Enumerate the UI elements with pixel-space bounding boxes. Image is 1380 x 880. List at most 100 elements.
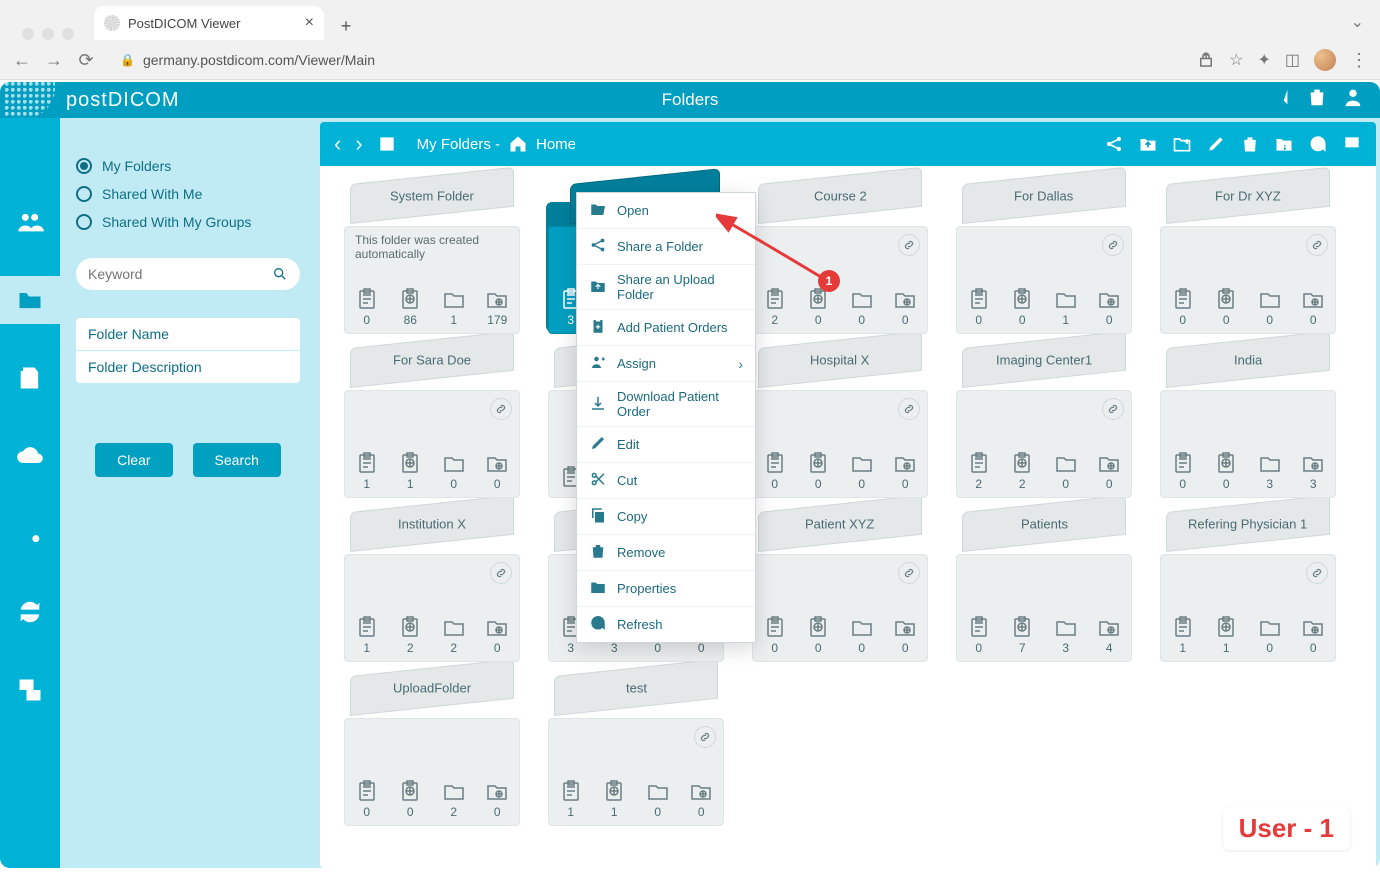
field-list: Folder NameFolder Description — [76, 318, 300, 383]
ctx-label: Assign — [617, 356, 656, 371]
toolbar-delete-icon[interactable] — [1240, 134, 1260, 154]
star-icon[interactable]: ☆ — [1229, 50, 1243, 70]
folder-stat: 0 — [1258, 287, 1282, 327]
toolbar-refresh-icon[interactable] — [1308, 134, 1328, 154]
nav-sync[interactable] — [0, 588, 60, 636]
link-badge-icon — [1102, 398, 1124, 420]
folder-item[interactable]: Patient XYZ0000 — [744, 512, 936, 662]
folder-stat: 1 — [1214, 615, 1238, 655]
folder-stat: 0 — [850, 287, 874, 327]
folder-item[interactable]: Imaging Center12200 — [948, 348, 1140, 498]
toolbar-upload-folder-icon[interactable] — [1138, 134, 1158, 154]
person-icon — [589, 353, 607, 374]
nav-reload-icon[interactable]: ⟳ — [76, 50, 96, 71]
copy-icon — [589, 506, 607, 527]
ctx-assign[interactable]: Assign› — [577, 346, 755, 382]
folder-item[interactable]: For Dallas0010 — [948, 184, 1140, 334]
traffic-max[interactable] — [62, 28, 74, 40]
folder-stat: 0 — [485, 451, 509, 491]
main-panel: ‹ › My Folders - Home System F — [316, 118, 1380, 868]
folder-item[interactable]: UploadFolder0020 — [336, 676, 528, 826]
nav-list-search[interactable] — [0, 510, 60, 558]
nav-back-icon[interactable]: ← — [12, 50, 32, 71]
toolbar-forward-icon[interactable]: › — [355, 131, 362, 157]
ctx-refresh[interactable]: Refresh — [577, 607, 755, 642]
ctx-share-a-folder[interactable]: Share a Folder — [577, 229, 755, 265]
toolbar: ‹ › My Folders - Home — [320, 122, 1376, 166]
user-icon[interactable] — [1342, 86, 1364, 114]
folder-item[interactable]: Patients0734 — [948, 512, 1140, 662]
ctx-share-an-upload-folder[interactable]: Share an Upload Folder — [577, 265, 755, 310]
profile-avatar[interactable] — [1314, 49, 1336, 71]
field-folder-description[interactable]: Folder Description — [76, 351, 300, 383]
folder-stat: 1 — [355, 615, 379, 655]
ctx-edit[interactable]: Edit — [577, 427, 755, 463]
search-input-wrapper[interactable] — [76, 258, 300, 290]
tabs-dropdown-icon[interactable]: ⌄ — [1351, 12, 1364, 32]
folder-stat: 0 — [893, 451, 917, 491]
tab-close-icon[interactable]: × — [305, 14, 314, 32]
browser-menu-icon[interactable]: ⋮ — [1350, 50, 1368, 71]
nav-documents[interactable] — [0, 354, 60, 402]
ctx-properties[interactable]: Properties — [577, 571, 755, 607]
nav-users[interactable] — [0, 198, 60, 246]
breadcrumb-home[interactable]: Home — [536, 136, 576, 153]
link-badge-icon — [898, 562, 920, 584]
toolbar-new-folder-icon[interactable] — [1172, 134, 1192, 154]
extensions-icon[interactable]: ✦ — [1257, 50, 1270, 70]
nav-folders[interactable] — [0, 276, 60, 324]
folder-item[interactable]: For Sara Doe1100 — [336, 348, 528, 498]
folder-item[interactable]: For Dr XYZ0000 — [1152, 184, 1344, 334]
ctx-download-patient-order[interactable]: Download Patient Order — [577, 382, 755, 427]
toolbar-share-icon[interactable] — [1104, 134, 1124, 154]
toolbar-present-icon[interactable] — [1342, 134, 1362, 154]
folder-stat: 1 — [602, 779, 626, 819]
field-folder-name[interactable]: Folder Name — [76, 318, 300, 351]
folder-item[interactable]: System FolderThis folder was created aut… — [336, 184, 528, 334]
recycle-bin-icon[interactable] — [1306, 86, 1328, 114]
share-chrome-icon[interactable] — [1197, 51, 1215, 69]
folder-item[interactable]: Institution X1220 — [336, 512, 528, 662]
folder-item[interactable]: Hospital X0000 — [744, 348, 936, 498]
toolbar-info-icon[interactable] — [1274, 134, 1294, 154]
nav-screens[interactable] — [0, 666, 60, 714]
ctx-remove[interactable]: Remove — [577, 535, 755, 571]
radio-shared-with-my-groups[interactable]: Shared With My Groups — [76, 214, 300, 230]
nav-upload[interactable] — [0, 432, 60, 480]
panel-icon[interactable]: ◫ — [1285, 50, 1300, 70]
folder-grid[interactable]: System FolderThis folder was created aut… — [320, 166, 1376, 868]
folder-stat: 1 — [559, 779, 583, 819]
toolbar-back-icon[interactable]: ‹ — [334, 131, 341, 157]
folder-stat: 0 — [689, 779, 713, 819]
ctx-add-patient-orders[interactable]: Add Patient Orders — [577, 310, 755, 346]
folder-stat: 0 — [646, 779, 670, 819]
traffic-close[interactable] — [22, 28, 34, 40]
nav-forward-icon[interactable]: → — [44, 50, 64, 71]
ctx-label: Copy — [617, 509, 647, 524]
ctx-open[interactable]: Open — [577, 193, 755, 229]
sort-icon[interactable] — [1270, 86, 1292, 114]
radio-my-folders[interactable]: My Folders — [76, 158, 300, 174]
lock-icon: 🔒 — [120, 53, 135, 67]
browser-tab[interactable]: PostDICOM Viewer × — [94, 6, 324, 40]
folder-item[interactable]: test1100 — [540, 676, 732, 826]
ctx-copy[interactable]: Copy — [577, 499, 755, 535]
folder-stat: 0 — [1301, 287, 1325, 327]
radio-label: Shared With Me — [102, 186, 202, 202]
folder-item[interactable]: Refering Physician 11100 — [1152, 512, 1344, 662]
search-button[interactable]: Search — [193, 443, 281, 477]
search-icon — [272, 266, 288, 282]
folder-item[interactable]: India0033 — [1152, 348, 1344, 498]
toolbar-edit-icon[interactable] — [1206, 134, 1226, 154]
search-input[interactable] — [88, 266, 272, 282]
new-tab-button[interactable]: + — [332, 12, 360, 40]
traffic-min[interactable] — [42, 28, 54, 40]
address-bar[interactable]: 🔒 germany.postdicom.com/Viewer/Main — [108, 45, 1185, 75]
ctx-label: Refresh — [617, 617, 663, 632]
folder-item[interactable]: Course 22000 — [744, 184, 936, 334]
folder-stat: 1 — [442, 287, 466, 327]
ctx-cut[interactable]: Cut — [577, 463, 755, 499]
clear-button[interactable]: Clear — [95, 443, 172, 477]
radio-shared-with-me[interactable]: Shared With Me — [76, 186, 300, 202]
toolbar-upload-icon[interactable] — [377, 134, 397, 154]
